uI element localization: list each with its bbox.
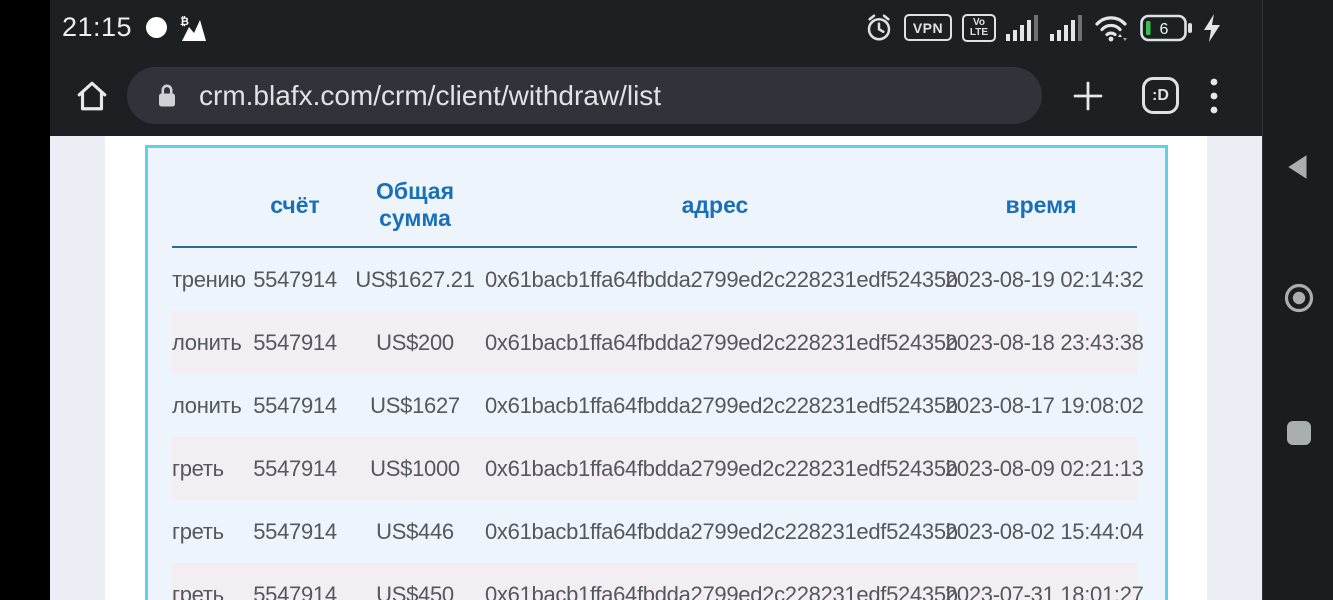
nav-home-button[interactable] — [1263, 283, 1333, 313]
signal-strength-icon-sim1 — [1006, 14, 1038, 41]
three-dot-menu-icon — [1210, 78, 1218, 113]
cell-address: 0x61bacb1ffa64fbdda2799ed2c228231edf5243… — [485, 581, 958, 600]
browser-toolbar: crm.blafx.com/crm/client/withdraw/list :… — [50, 55, 1262, 136]
header-account: счёт — [270, 191, 320, 218]
battery-percent-text: 6 — [1160, 21, 1169, 38]
notification-dot-icon — [146, 17, 168, 38]
cell-status: лонить — [172, 329, 242, 355]
cell-address: 0x61bacb1ffa64fbdda2799ed2c228231edf5243… — [485, 392, 958, 418]
cell-address: 0x61bacb1ffa64fbdda2799ed2c228231edf5243… — [485, 266, 958, 292]
tab-switcher-button[interactable]: :D — [1142, 77, 1179, 114]
cell-time: 2023-08-17 19:08:02 — [945, 392, 1144, 418]
wifi-icon — [1095, 15, 1127, 41]
status-bar: 21:15 ₿ VPN Vo LTE 6 — [50, 0, 1262, 55]
withdraw-table: счёт Общая сумма адрес время трению 5547… — [172, 148, 1144, 600]
status-icons: VPN Vo LTE 6 — [864, 13, 1222, 43]
nav-recents-button[interactable] — [1263, 419, 1333, 447]
charging-bolt-icon — [1204, 13, 1220, 42]
cell-amount: US$1000 — [370, 455, 460, 481]
back-triangle-icon — [1287, 155, 1306, 179]
cell-amount: US$1627.21 — [355, 266, 475, 292]
android-nav-bar — [1262, 0, 1333, 600]
cell-account: 5547914 — [253, 455, 337, 481]
table-header-row: счёт Общая сумма адрес время — [172, 148, 1137, 248]
bitcoin-chart-notification-icon: ₿ — [179, 14, 209, 42]
volte-badge-icon: Vo LTE — [962, 13, 996, 42]
nav-back-button[interactable] — [1263, 152, 1333, 182]
signal-strength-icon-sim2 — [1050, 14, 1082, 41]
cell-amount: US$1627 — [370, 392, 460, 418]
cell-time: 2023-08-09 02:21:13 — [945, 455, 1144, 481]
cell-status: греть — [172, 581, 224, 600]
cell-amount: US$450 — [376, 581, 454, 600]
table-row[interactable]: греть 5547914 US$446 0x61bacb1ffa64fbdda… — [172, 500, 1144, 563]
cell-address: 0x61bacb1ffa64fbdda2799ed2c228231edf5243… — [485, 329, 958, 355]
browser-home-button[interactable] — [75, 79, 109, 113]
phone-screen: 21:15 ₿ VPN Vo LTE 6 crm.blafx.com/crm/c… — [0, 0, 1333, 600]
vpn-badge-icon: VPN — [904, 14, 952, 41]
cell-status: греть — [172, 455, 224, 481]
table-row[interactable]: лонить 5547914 US$1627 0x61bacb1ffa64fbd… — [172, 374, 1144, 437]
table-row[interactable]: лонить 5547914 US$200 0x61bacb1ffa64fbdd… — [172, 311, 1144, 374]
battery-icon: 6 — [1140, 14, 1192, 41]
browser-menu-button[interactable] — [1209, 76, 1219, 116]
cell-amount: US$446 — [376, 518, 454, 544]
home-circle-icon — [1284, 283, 1313, 313]
header-time: время — [1005, 191, 1077, 218]
cell-address: 0x61bacb1ffa64fbdda2799ed2c228231edf5243… — [485, 518, 958, 544]
cell-account: 5547914 — [253, 518, 337, 544]
cell-time: 2023-08-02 15:44:04 — [945, 518, 1144, 544]
alarm-clock-icon — [867, 14, 891, 40]
cell-account: 5547914 — [253, 329, 337, 355]
cell-time: 2023-08-19 02:14:32 — [945, 266, 1144, 292]
header-address: адрес — [681, 191, 749, 218]
lock-icon — [159, 84, 175, 106]
url-text: crm.blafx.com/crm/client/withdraw/list — [199, 79, 662, 111]
cell-account: 5547914 — [253, 392, 337, 418]
cell-address: 0x61bacb1ffa64fbdda2799ed2c228231edf5243… — [485, 455, 958, 481]
cell-time: 2023-07-31 18:01:27 — [945, 581, 1144, 600]
withdraw-table-container: счёт Общая сумма адрес время трению 5547… — [145, 145, 1168, 600]
cell-time: 2023-08-18 23:43:38 — [945, 329, 1144, 355]
cell-account: 5547914 — [253, 581, 337, 600]
plus-icon — [1073, 81, 1103, 110]
url-bar[interactable]: crm.blafx.com/crm/client/withdraw/list — [127, 67, 1042, 124]
cell-amount: US$200 — [376, 329, 454, 355]
table-row[interactable]: греть 5547914 US$1000 0x61bacb1ffa64fbdd… — [172, 437, 1144, 500]
new-tab-button[interactable] — [1072, 80, 1104, 112]
table-row[interactable]: трению 5547914 US$1627.21 0x61bacb1ffa64… — [172, 248, 1144, 311]
web-page-content: счёт Общая сумма адрес время трению 5547… — [50, 136, 1262, 600]
browser-chrome: 21:15 ₿ VPN Vo LTE 6 crm.blafx.com/crm/c… — [50, 0, 1262, 136]
home-icon — [77, 81, 107, 110]
cell-status: греть — [172, 518, 224, 544]
svg-text:₿: ₿ — [180, 16, 189, 28]
cell-status: лонить — [172, 392, 242, 418]
cell-account: 5547914 — [253, 266, 337, 292]
header-amount: Общая сумма — [376, 178, 454, 231]
cell-status: трению — [172, 266, 245, 292]
table-row[interactable]: греть 5547914 US$450 0x61bacb1ffa64fbdda… — [172, 563, 1144, 600]
recents-square-icon — [1286, 421, 1311, 445]
clock-text: 21:15 — [62, 12, 133, 42]
